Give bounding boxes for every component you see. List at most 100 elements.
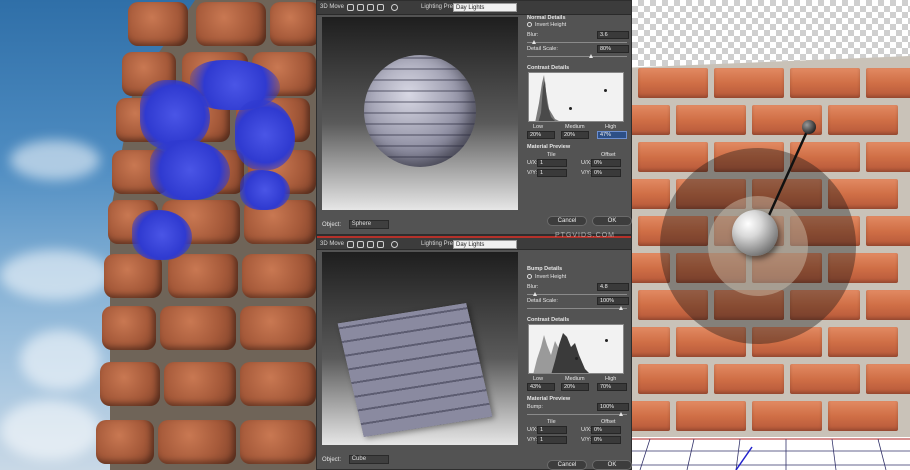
- brick: [270, 2, 316, 46]
- medium-field[interactable]: 20%: [561, 383, 589, 391]
- lighting-preset-select[interactable]: Day Lights: [453, 240, 517, 249]
- histogram-high-point[interactable]: [605, 339, 608, 342]
- contrast-details-title: Contrast Details: [527, 317, 570, 323]
- u-tile-field[interactable]: 1: [537, 159, 567, 167]
- pan-icon[interactable]: [367, 4, 374, 11]
- v-tile-label: V/Y:: [527, 170, 538, 176]
- detail-scale-slider-thumb[interactable]: [619, 306, 623, 310]
- brick: [240, 420, 316, 464]
- ok-button[interactable]: OK: [592, 460, 632, 470]
- high-field[interactable]: 47%: [597, 131, 627, 139]
- detail-scale-slider[interactable]: [527, 308, 627, 309]
- bump-details-title: Bump Details: [527, 266, 563, 272]
- medium-label: Medium: [565, 124, 585, 130]
- brick: [160, 306, 236, 350]
- 3d-preview-viewport[interactable]: [322, 17, 518, 210]
- blur-slider[interactable]: [527, 294, 627, 295]
- roll-icon[interactable]: [357, 241, 364, 248]
- 3d-scene-view[interactable]: [632, 0, 910, 470]
- cube-preview[interactable]: [337, 303, 493, 437]
- brick-wall-graffiti-photo: [0, 0, 316, 470]
- bump-slider-thumb[interactable]: [619, 412, 623, 416]
- object-label: Object:: [322, 457, 342, 464]
- tile-label: Tile: [547, 152, 556, 158]
- pan-icon[interactable]: [367, 241, 374, 248]
- histogram-graph: [533, 333, 589, 373]
- blur-slider-thumb[interactable]: [533, 292, 537, 296]
- infinite-light-widget[interactable]: [732, 210, 778, 256]
- v-offset-field[interactable]: 0%: [591, 436, 621, 444]
- bump-slider[interactable]: [527, 414, 627, 415]
- v-tile-field[interactable]: 1: [537, 169, 567, 177]
- u-offset-field[interactable]: 0%: [591, 426, 621, 434]
- medium-field[interactable]: 20%: [561, 131, 589, 139]
- rotate-icon[interactable]: [347, 4, 354, 11]
- bump-label: Bump:: [527, 404, 543, 410]
- object-row: Object: Cube: [322, 455, 389, 464]
- low-field[interactable]: 20%: [527, 131, 555, 139]
- reset-view-icon[interactable]: [391, 4, 398, 11]
- bump-map-dialog: 3D Move Lighting Preset: Day Lights Obje…: [316, 235, 632, 470]
- cloud: [20, 330, 100, 390]
- blur-label: Blur:: [527, 32, 539, 38]
- detail-scale-slider[interactable]: [527, 56, 627, 57]
- blur-field[interactable]: 3.6: [597, 31, 629, 39]
- u-offset-field[interactable]: 0%: [591, 159, 621, 167]
- move-tool-label: 3D Move: [320, 241, 345, 247]
- blur-slider-thumb[interactable]: [532, 40, 536, 44]
- offset-label: Offset: [601, 419, 616, 425]
- blue-graffiti-paint: [132, 210, 192, 260]
- brick: [196, 2, 266, 46]
- invert-height-label: Invert Height: [535, 22, 567, 28]
- brick: [102, 306, 156, 350]
- ground-plane-grid: [632, 437, 910, 470]
- high-label: High: [605, 376, 617, 382]
- reset-view-icon[interactable]: [391, 241, 398, 248]
- 3d-preview-viewport[interactable]: [322, 252, 518, 445]
- normal-details-panel: Normal Details Invert Height Blur: 3.6 D…: [523, 15, 631, 215]
- contrast-details-title: Contrast Details: [527, 65, 570, 71]
- contrast-histogram[interactable]: [528, 72, 624, 122]
- detail-scale-slider-thumb[interactable]: [589, 54, 593, 58]
- cancel-button[interactable]: Cancel: [547, 460, 587, 470]
- invert-height-label: Invert Height: [535, 274, 567, 280]
- light-direction-handle[interactable]: [802, 120, 816, 134]
- normal-details-title: Normal Details: [527, 15, 566, 21]
- normal-map-dialog: 3D Move Lighting Preset: Day Lights Obje…: [316, 0, 632, 235]
- lighting-preset-select[interactable]: Day Lights: [453, 3, 517, 12]
- slide-icon[interactable]: [377, 4, 384, 11]
- histogram-medium-point[interactable]: [569, 107, 572, 110]
- brick: [164, 362, 236, 406]
- low-label: Low: [533, 124, 544, 130]
- object-select[interactable]: Cube: [348, 455, 389, 464]
- rotate-icon[interactable]: [347, 241, 354, 248]
- detail-scale-field[interactable]: 80%: [597, 45, 629, 53]
- blur-field[interactable]: 4.8: [597, 283, 629, 291]
- blur-slider[interactable]: [527, 42, 627, 43]
- contrast-histogram[interactable]: [528, 324, 624, 374]
- material-preview-title: Material Preview: [527, 144, 571, 150]
- ok-button[interactable]: OK: [592, 216, 632, 226]
- v-offset-field[interactable]: 0%: [591, 169, 621, 177]
- cancel-button[interactable]: Cancel: [547, 216, 587, 226]
- histogram-high-point[interactable]: [604, 89, 607, 92]
- histogram-medium-point[interactable]: [575, 357, 578, 360]
- cloud: [0, 250, 110, 300]
- object-select[interactable]: Sphere: [348, 220, 389, 229]
- detail-scale-field[interactable]: 100%: [597, 297, 629, 305]
- invert-height-checkbox[interactable]: [527, 22, 532, 27]
- roll-icon[interactable]: [357, 4, 364, 11]
- low-field[interactable]: 43%: [527, 383, 555, 391]
- bump-field[interactable]: 100%: [597, 403, 629, 411]
- v-offset-label: V/Y:: [581, 437, 592, 443]
- invert-height-checkbox[interactable]: [527, 274, 532, 279]
- v-tile-field[interactable]: 1: [537, 436, 567, 444]
- slide-icon[interactable]: [377, 241, 384, 248]
- u-tile-field[interactable]: 1: [537, 426, 567, 434]
- object-row: Object: Sphere: [322, 220, 389, 229]
- high-label: High: [605, 124, 617, 130]
- high-field[interactable]: 70%: [597, 383, 627, 391]
- blue-graffiti-paint: [240, 170, 290, 210]
- brick: [240, 362, 316, 406]
- sphere-preview[interactable]: [364, 55, 476, 167]
